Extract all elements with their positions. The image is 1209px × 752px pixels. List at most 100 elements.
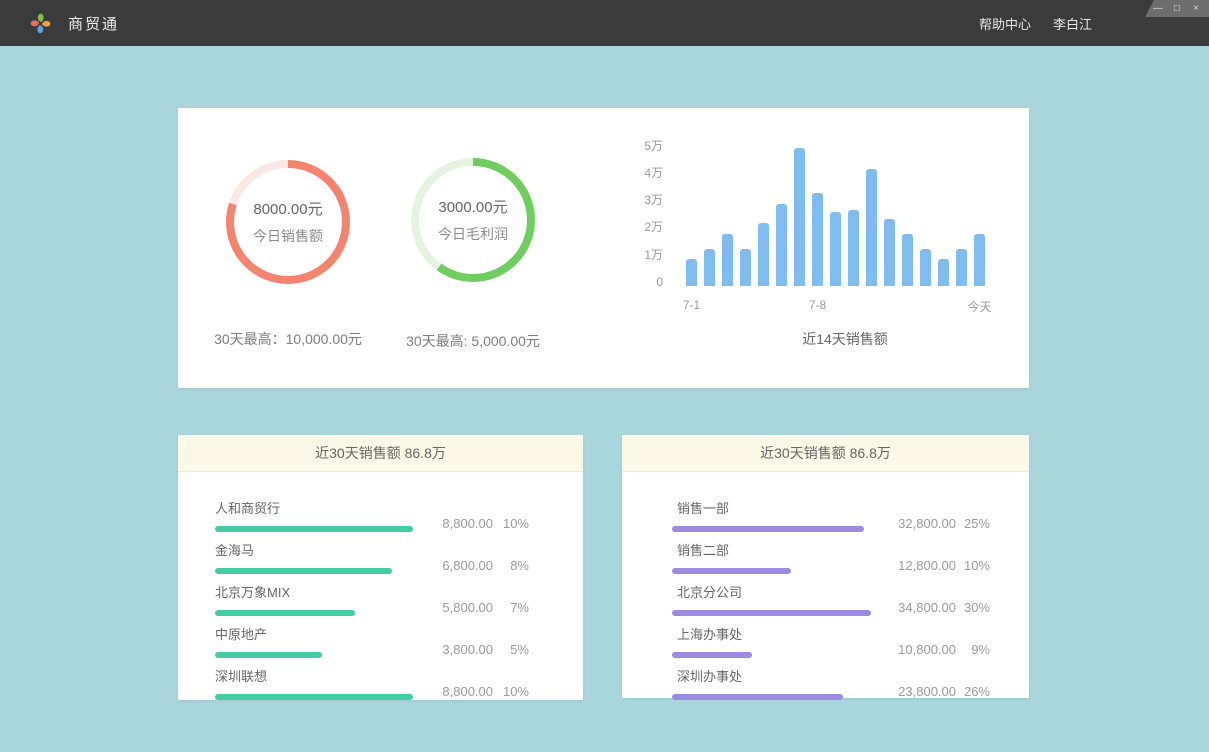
- rank-row-bar: [215, 652, 322, 658]
- today-summary-card: 8000.00元 今日销售额 30天最高：10,000.00元 3000.00元…: [178, 108, 1029, 388]
- chart-bar: [722, 234, 733, 286]
- customer-sales-card: 近30天销售额 86.8万 人和商贸行8,800.0010%金海马6,800.0…: [178, 435, 583, 700]
- rank-row-bar: [672, 610, 871, 616]
- y-axis-tick-label: 3万: [608, 193, 663, 207]
- window-controls: — □ ×: [1145, 0, 1209, 17]
- user-menu[interactable]: 李白江: [1053, 14, 1092, 33]
- rank-row-label: 中原地产: [215, 624, 322, 643]
- customer-sales-list: 人和商贸行8,800.0010%金海马6,800.008%北京万象MIX5,80…: [178, 472, 583, 700]
- close-icon[interactable]: ×: [1190, 3, 1202, 14]
- chart-bar: [884, 219, 895, 286]
- help-center-link[interactable]: 帮助中心: [979, 14, 1031, 33]
- today-profit-value: 3000.00元: [438, 196, 507, 217]
- chart-bar: [686, 259, 697, 286]
- department-sales-card: 近30天销售额 86.8万 销售一部32,800.0025%销售二部12,800…: [622, 435, 1029, 698]
- rank-row-amount: 8,800.00: [442, 516, 493, 531]
- bar-chart-title: 近14天销售额: [686, 329, 1004, 349]
- rank-row-bar: [672, 694, 843, 700]
- rank-row-bar: [672, 526, 864, 532]
- rank-row-bar: [215, 610, 355, 616]
- y-axis-tick-label: 0: [608, 275, 663, 289]
- y-axis-tick-label: 5万: [608, 139, 663, 153]
- customer-sales-card-header: 近30天销售额 86.8万: [178, 435, 583, 472]
- rank-row-amount: 5,800.00: [442, 600, 493, 615]
- rank-row-amount: 3,800.00: [442, 642, 493, 657]
- chart-bar: [758, 223, 769, 286]
- today-sales-value: 8000.00元: [253, 198, 322, 219]
- chart-bar: [938, 259, 949, 286]
- rank-row: 深圳办事处 23,800.0026%: [672, 666, 990, 700]
- pinwheel-logo-icon: [27, 10, 54, 37]
- chart-bar: [830, 212, 841, 286]
- chart-bar: [956, 249, 967, 286]
- rank-row-amount: 23,800.00: [898, 684, 956, 699]
- rank-row: 销售一部32,800.0025%: [672, 498, 990, 532]
- rank-row-bar: [672, 652, 752, 658]
- today-sales-donut: 8000.00元 今日销售额: [226, 160, 350, 284]
- rank-row-amount: 6,800.00: [442, 558, 493, 573]
- rank-row-percent: 30%: [956, 600, 990, 615]
- department-sales-card-header: 近30天销售额 86.8万: [622, 435, 1029, 472]
- chart-bar: [794, 148, 805, 286]
- rank-row: 中原地产 3,800.005%: [215, 624, 529, 658]
- chart-bar: [776, 204, 787, 286]
- rank-row: 北京万象MIX 5,800.007%: [215, 582, 529, 616]
- bar-chart-bars: [686, 141, 985, 286]
- rank-row-percent: 10%: [956, 558, 990, 573]
- rank-row: 金海马 6,800.008%: [215, 540, 529, 574]
- rank-row-label: 人和商贸行: [215, 498, 413, 517]
- x-axis-tick-label: 7-1: [683, 298, 700, 312]
- department-sales-list: 销售一部32,800.0025%销售二部12,800.0010%北京分公司34,…: [622, 472, 1029, 700]
- rank-row: 上海办事处 10,800.009%: [672, 624, 990, 658]
- today-profit-donut: 3000.00元 今日毛利润: [411, 158, 535, 282]
- rank-row-label: 北京万象MIX: [215, 582, 355, 601]
- maximize-icon[interactable]: □: [1171, 3, 1183, 14]
- chart-bar: [848, 210, 859, 286]
- rank-row-label: 深圳联想: [215, 666, 413, 685]
- rank-row-amount: 34,800.00: [898, 600, 956, 615]
- today-profit-donut-center: 3000.00元 今日毛利润: [419, 166, 527, 274]
- chart-bar: [920, 249, 931, 286]
- rank-row-label: 北京分公司: [677, 582, 871, 601]
- rank-row: 销售二部 12,800.0010%: [672, 540, 990, 574]
- y-axis-tick-label: 1万: [608, 248, 663, 262]
- chart-bar: [974, 234, 985, 286]
- rank-row-bar: [215, 694, 413, 700]
- rank-row-percent: 10%: [493, 516, 529, 531]
- rank-row-amount: 32,800.00: [898, 516, 956, 531]
- rank-row-amount: 8,800.00: [442, 684, 493, 699]
- rank-row-label: 销售一部: [677, 498, 864, 517]
- rank-row-label: 金海马: [215, 540, 392, 559]
- x-axis-tick-label: 今天: [967, 298, 991, 315]
- today-sales-label: 今日销售额: [253, 226, 323, 246]
- rank-row-amount: 10,800.00: [898, 642, 956, 657]
- y-axis-tick-label: 2万: [608, 220, 663, 234]
- today-profit-label: 今日毛利润: [438, 224, 508, 244]
- y-axis-tick-label: 4万: [608, 166, 663, 180]
- minimize-icon[interactable]: —: [1152, 3, 1164, 14]
- rank-row-label: 上海办事处: [677, 624, 752, 643]
- rank-row-bar: [215, 568, 392, 574]
- rank-row-label: 销售二部: [677, 540, 791, 559]
- rank-row-percent: 8%: [493, 558, 529, 573]
- titlebar: 商贸通 帮助中心 李白江 — □ ×: [0, 0, 1209, 46]
- chart-bar: [866, 169, 877, 286]
- rank-row-percent: 10%: [493, 684, 529, 699]
- rank-row-percent: 7%: [493, 600, 529, 615]
- rank-row-percent: 5%: [493, 642, 529, 657]
- profit-30day-high: 30天最高: 5,000.00元: [363, 331, 583, 351]
- chart-bar: [902, 234, 913, 286]
- rank-row-bar: [672, 568, 791, 574]
- rank-row: 深圳联想 8,800.0010%: [215, 666, 529, 700]
- app-title: 商贸通: [68, 13, 119, 34]
- app-window: 商贸通 帮助中心 李白江 — □ × 8000.00元 今日销售额 30天最高：…: [0, 0, 1209, 752]
- chart-bar: [812, 193, 823, 286]
- rank-row-percent: 26%: [956, 684, 990, 699]
- rank-row-bar: [215, 526, 413, 532]
- chart-bar: [704, 249, 715, 286]
- rank-row-label: 深圳办事处: [677, 666, 843, 685]
- rank-row: 北京分公司 34,800.0030%: [672, 582, 990, 616]
- rank-row-amount: 12,800.00: [898, 558, 956, 573]
- rank-row-percent: 9%: [956, 642, 990, 657]
- today-sales-donut-center: 8000.00元 今日销售额: [234, 168, 342, 276]
